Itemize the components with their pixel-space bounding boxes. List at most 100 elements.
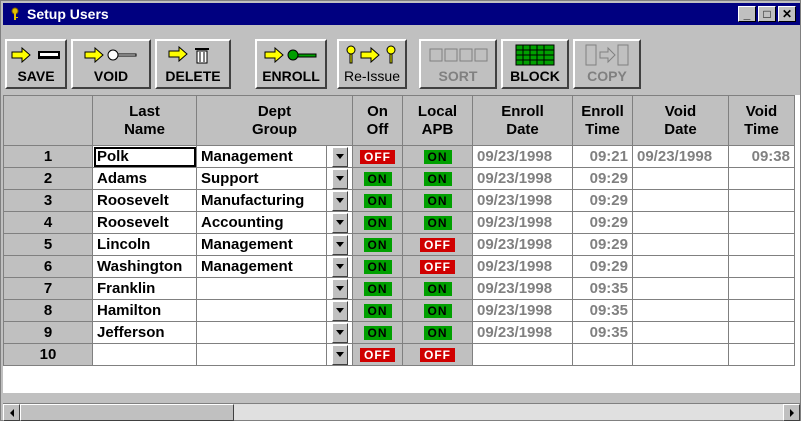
table-row[interactable]: 7 Franklin ON ON 09/23/1998 09:35 bbox=[3, 277, 795, 300]
copy-button[interactable]: COPY bbox=[573, 39, 641, 89]
row-number[interactable]: 7 bbox=[3, 277, 93, 300]
row-number[interactable]: 4 bbox=[3, 211, 93, 234]
dept-group-cell[interactable]: Support bbox=[196, 167, 327, 190]
on-off-toggle-badge: ON bbox=[363, 172, 392, 186]
reissue-button[interactable]: Re-Issue bbox=[337, 39, 407, 89]
local-apb-toggle[interactable]: ON bbox=[402, 189, 473, 212]
local-apb-toggle[interactable]: ON bbox=[402, 299, 473, 322]
dept-group-cell[interactable]: Management bbox=[196, 233, 327, 256]
header-last-name[interactable]: Last Name bbox=[92, 95, 197, 146]
header-void-time[interactable]: Void Time bbox=[728, 95, 795, 146]
local-apb-toggle[interactable]: ON bbox=[402, 277, 473, 300]
dept-group-cell[interactable]: Accounting bbox=[196, 211, 327, 234]
local-apb-toggle[interactable]: OFF bbox=[402, 343, 473, 366]
enroll-date-cell: 09/23/1998 bbox=[472, 167, 573, 190]
header-void-date[interactable]: Void Date bbox=[632, 95, 729, 146]
table-row[interactable]: 10 OFF OFF bbox=[3, 343, 795, 366]
title-bar[interactable]: Setup Users _ □ ✕ bbox=[3, 3, 800, 25]
dept-group-cell[interactable]: Management bbox=[196, 145, 327, 168]
on-off-toggle[interactable]: ON bbox=[352, 299, 403, 322]
delete-button[interactable]: DELETE bbox=[155, 39, 231, 89]
last-name-cell[interactable] bbox=[92, 343, 197, 366]
last-name-cell[interactable]: Roosevelt bbox=[92, 211, 197, 234]
local-apb-toggle[interactable]: OFF bbox=[402, 233, 473, 256]
dept-dropdown-button[interactable] bbox=[326, 321, 353, 344]
dept-dropdown-button[interactable] bbox=[326, 255, 353, 278]
on-off-toggle[interactable]: ON bbox=[352, 167, 403, 190]
on-off-toggle[interactable]: ON bbox=[352, 211, 403, 234]
last-name-cell[interactable]: Polk bbox=[92, 145, 197, 168]
row-number[interactable]: 3 bbox=[3, 189, 93, 212]
on-off-toggle[interactable]: OFF bbox=[352, 145, 403, 168]
dept-group-cell[interactable] bbox=[196, 277, 327, 300]
dept-group-cell[interactable] bbox=[196, 321, 327, 344]
header-enroll-time[interactable]: Enroll Time bbox=[572, 95, 633, 146]
header-local-apb[interactable]: Local APB bbox=[402, 95, 473, 146]
enroll-time-cell: 09:35 bbox=[572, 321, 633, 344]
on-off-toggle[interactable]: ON bbox=[352, 321, 403, 344]
header-dept-group[interactable]: Dept Group bbox=[196, 95, 353, 146]
row-number[interactable]: 6 bbox=[3, 255, 93, 278]
table-row[interactable]: 3 Roosevelt Manufacturing ON ON 09/23/1998 09:… bbox=[3, 189, 795, 212]
dept-dropdown-button[interactable] bbox=[326, 233, 353, 256]
table-row[interactable]: 6 Washington Management ON OFF 09/23/1998 09:2… bbox=[3, 255, 795, 278]
void-button[interactable]: VOID bbox=[71, 39, 151, 89]
header-on-off[interactable]: On Off bbox=[352, 95, 403, 146]
row-number[interactable]: 1 bbox=[3, 145, 93, 168]
sort-button[interactable]: SORT bbox=[419, 39, 497, 89]
table-row[interactable]: 8 Hamilton ON ON 09/23/1998 09:35 bbox=[3, 299, 795, 322]
local-apb-toggle[interactable]: ON bbox=[402, 167, 473, 190]
scroll-thumb[interactable] bbox=[20, 404, 234, 421]
local-apb-toggle[interactable]: ON bbox=[402, 211, 473, 234]
horizontal-scrollbar[interactable] bbox=[3, 403, 800, 421]
row-number[interactable]: 9 bbox=[3, 321, 93, 344]
last-name-cell[interactable]: Lincoln bbox=[92, 233, 197, 256]
dept-dropdown-button[interactable] bbox=[326, 145, 353, 168]
table-row[interactable]: 5 Lincoln Management ON OFF 09/23/1998 09:29 bbox=[3, 233, 795, 256]
row-number[interactable]: 10 bbox=[3, 343, 93, 366]
on-off-toggle[interactable]: ON bbox=[352, 255, 403, 278]
scroll-left-button[interactable] bbox=[3, 404, 20, 421]
last-name-cell[interactable]: Franklin bbox=[92, 277, 197, 300]
dept-group-cell[interactable]: Manufacturing bbox=[196, 189, 327, 212]
dept-group-cell[interactable] bbox=[196, 343, 327, 366]
table-row[interactable]: 2 Adams Support ON ON 09/23/1998 09:29 bbox=[3, 167, 795, 190]
save-button[interactable]: SAVE bbox=[5, 39, 67, 89]
dept-dropdown-button[interactable] bbox=[326, 343, 353, 366]
last-name-cell[interactable]: Adams bbox=[92, 167, 197, 190]
last-name-cell[interactable]: Jefferson bbox=[92, 321, 197, 344]
dept-dropdown-button[interactable] bbox=[326, 189, 353, 212]
scroll-right-button[interactable] bbox=[783, 404, 800, 421]
dept-group-cell[interactable]: Management bbox=[196, 255, 327, 278]
dept-group-cell[interactable] bbox=[196, 299, 327, 322]
on-off-toggle[interactable]: ON bbox=[352, 233, 403, 256]
header-enroll-date[interactable]: Enroll Date bbox=[472, 95, 573, 146]
local-apb-toggle-badge: ON bbox=[423, 304, 452, 318]
row-number[interactable]: 8 bbox=[3, 299, 93, 322]
on-off-toggle[interactable]: ON bbox=[352, 277, 403, 300]
table-row[interactable]: 1 Polk Management OFF ON 09/23/1998 09:21 09/23… bbox=[3, 145, 795, 168]
last-name-cell[interactable]: Hamilton bbox=[92, 299, 197, 322]
minimize-button[interactable]: _ bbox=[738, 6, 756, 22]
local-apb-toggle[interactable]: OFF bbox=[402, 255, 473, 278]
dept-dropdown-button[interactable] bbox=[326, 167, 353, 190]
local-apb-toggle[interactable]: ON bbox=[402, 321, 473, 344]
dept-dropdown-button[interactable] bbox=[326, 299, 353, 322]
close-icon: ✕ bbox=[781, 7, 793, 21]
block-button[interactable]: BLOCK bbox=[501, 39, 569, 89]
maximize-button[interactable]: □ bbox=[758, 6, 776, 22]
row-number[interactable]: 2 bbox=[3, 167, 93, 190]
on-off-toggle[interactable]: ON bbox=[352, 189, 403, 212]
last-name-cell[interactable]: Roosevelt bbox=[92, 189, 197, 212]
table-row[interactable]: 4 Roosevelt Accounting ON ON 09/23/1998 09:29 bbox=[3, 211, 795, 234]
close-button[interactable]: ✕ bbox=[778, 6, 796, 22]
dept-dropdown-button[interactable] bbox=[326, 211, 353, 234]
local-apb-toggle[interactable]: ON bbox=[402, 145, 473, 168]
dept-dropdown-button[interactable] bbox=[326, 277, 353, 300]
void-time-cell bbox=[728, 321, 795, 344]
table-row[interactable]: 9 Jefferson ON ON 09/23/1998 09:35 bbox=[3, 321, 795, 344]
on-off-toggle[interactable]: OFF bbox=[352, 343, 403, 366]
last-name-cell[interactable]: Washington bbox=[92, 255, 197, 278]
row-number[interactable]: 5 bbox=[3, 233, 93, 256]
enroll-button[interactable]: ENROLL bbox=[255, 39, 327, 89]
